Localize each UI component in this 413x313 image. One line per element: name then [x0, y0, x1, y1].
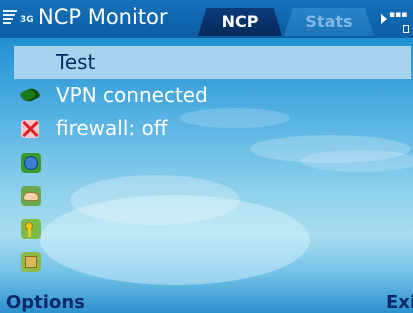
- network-type: 3G: [20, 15, 34, 25]
- app-title: NCP Monitor: [38, 5, 168, 29]
- exit-softkey[interactable]: Exi: [386, 292, 413, 313]
- screen: 3G NCP Monitor NCP Stats ▪▪▪ Test VPN co…: [0, 0, 413, 313]
- list-item-label: VPN connected: [56, 83, 208, 107]
- key-icon: [21, 219, 41, 239]
- list-item-key[interactable]: [0, 211, 413, 244]
- list-item-firewall[interactable]: firewall: off: [0, 112, 413, 145]
- chip-icon: [21, 252, 41, 272]
- list-item-vpn[interactable]: VPN connected: [0, 79, 413, 112]
- vpn-status-icon: [19, 85, 41, 105]
- tab-ncp[interactable]: NCP: [198, 8, 282, 36]
- signal-strength-icon: [3, 10, 17, 26]
- options-softkey[interactable]: Options: [6, 292, 85, 313]
- status-bar: 3G NCP Monitor NCP Stats ▪▪▪: [0, 0, 413, 38]
- globe-icon: [21, 153, 41, 173]
- list-item-label: firewall: off: [56, 116, 168, 140]
- list-item-label: Test: [56, 50, 96, 74]
- handshake-icon: [21, 186, 41, 206]
- list-item-chip[interactable]: [0, 244, 413, 277]
- list-item-globe[interactable]: [0, 145, 413, 178]
- list-item-test[interactable]: Test: [14, 46, 411, 79]
- list-item-handshake[interactable]: [0, 178, 413, 211]
- tab-scroll-arrow-icon[interactable]: [381, 14, 387, 24]
- battery-icon: ▪▪▪: [389, 8, 411, 33]
- tab-stats[interactable]: Stats: [284, 8, 374, 36]
- softkey-bar: Options Exi: [0, 290, 413, 313]
- connection-list: Test VPN connected firewall: off: [0, 46, 413, 277]
- firewall-off-icon: [21, 120, 39, 138]
